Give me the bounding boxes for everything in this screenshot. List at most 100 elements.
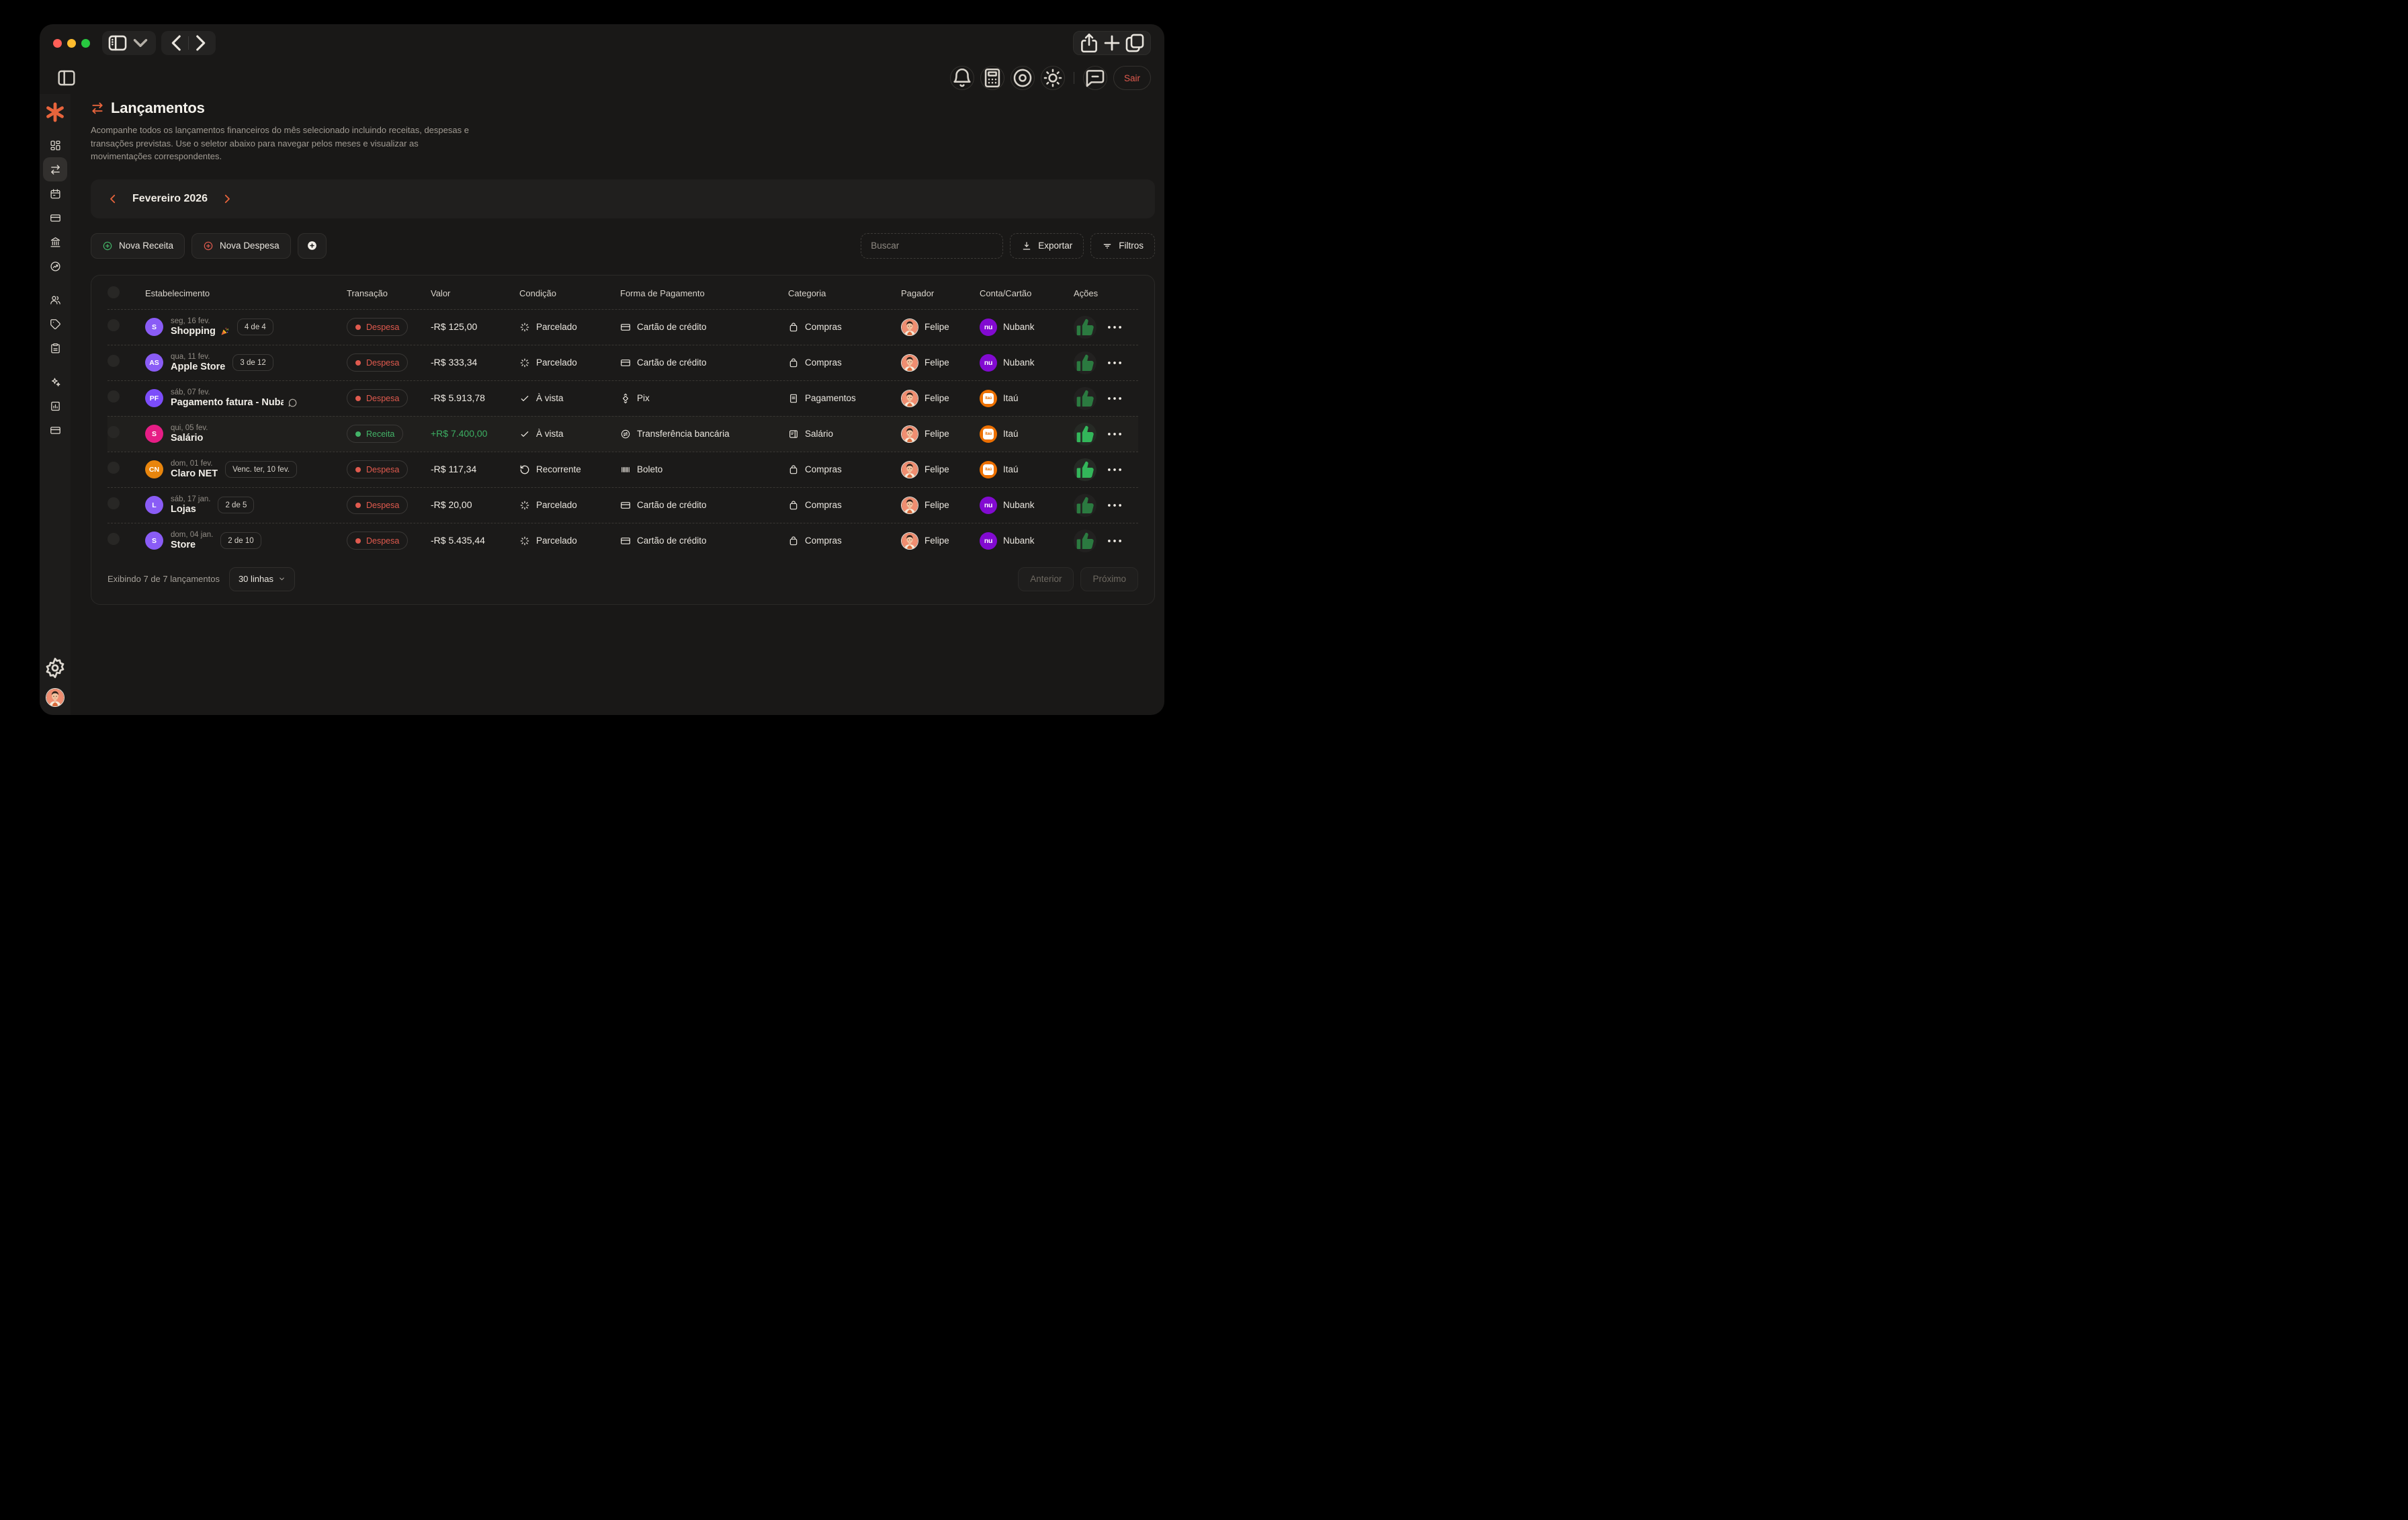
forward-button[interactable] [189,31,212,55]
row-checkbox[interactable] [108,533,120,545]
new-expense-button[interactable]: Nova Despesa [191,233,291,259]
confirm-button[interactable] [1074,493,1096,517]
more-actions-button[interactable] [1106,497,1123,514]
confirm-button[interactable] [1074,386,1096,410]
previous-month-button[interactable] [107,193,119,205]
confirm-button[interactable] [1074,422,1096,446]
toggle-sidebar-button[interactable] [106,31,129,55]
close-window-button[interactable] [53,38,62,48]
sidebar-rail [40,94,71,715]
clipboard-icon [50,343,61,354]
sidebar-item-report[interactable] [43,394,67,418]
next-month-button[interactable] [221,193,233,205]
share-button[interactable] [1078,31,1101,55]
row-checkbox[interactable] [108,319,120,331]
notifications-button[interactable] [949,66,974,90]
filters-button[interactable]: Filtros [1090,233,1155,259]
new-income-button[interactable]: Nova Receita [91,233,185,259]
sidebar-item-calendar[interactable] [43,181,67,206]
sidebar-item-sparkles[interactable] [43,370,67,394]
row-checkbox[interactable] [108,497,120,509]
next-page-button[interactable]: Próximo [1080,566,1138,591]
merchant-avatar: CN [145,460,163,478]
sidebar-item-dashboard[interactable] [43,133,67,157]
payment-method-label: Boleto [637,464,663,474]
row-checkbox[interactable] [108,426,120,438]
collapse-sidebar-button[interactable] [56,67,77,89]
confirm-button[interactable] [1074,315,1096,339]
more-actions-button[interactable] [1106,354,1123,372]
comment-icon[interactable] [288,398,298,408]
confirm-button[interactable] [1074,458,1096,481]
privacy-button[interactable] [1010,66,1035,90]
sidebar-item-clipboard[interactable] [43,336,67,360]
more-actions-button[interactable] [1106,425,1123,443]
new-expense-label: Nova Despesa [220,241,280,251]
sidebar-item-credit-card[interactable] [43,418,67,442]
sidebar-item-credit-card[interactable] [43,206,67,230]
tab-actions-group [1073,31,1151,55]
credit-card-icon [620,536,631,546]
more-actions-button[interactable] [1106,461,1123,478]
transaction-date: seg, 16 fev. [171,317,210,325]
theme-button[interactable] [1040,66,1065,90]
condition-label: Parcelado [536,322,577,332]
minimize-window-button[interactable] [67,38,76,48]
tab-overview-button[interactable] [1123,31,1146,55]
logout-button[interactable]: Sair [1113,66,1151,90]
titlebar [40,24,1164,62]
payer-name: Felipe [924,464,949,474]
rows-per-page-select[interactable]: 30 linhas [228,566,295,591]
table-row: AS qua, 11 fev. Apple Store 3 de 12 Desp… [108,344,1138,380]
sparkles-icon [50,376,61,388]
previous-page-button[interactable]: Anterior [1018,566,1074,591]
sidebar-history-chevron[interactable] [129,31,152,55]
sidebar-item-tag[interactable] [43,312,67,336]
amount: -R$ 5.913,78 [431,392,485,403]
sidebar-item-trend[interactable] [43,254,67,278]
select-all-checkbox[interactable] [108,286,120,298]
transaction-date: dom, 04 jan. [171,531,214,539]
row-checkbox[interactable] [108,355,120,367]
confirm-button[interactable] [1074,529,1096,552]
gear-icon [43,656,67,680]
col-condicao: Condição [519,288,556,298]
transactions-table: Estabelecimento Transação Valor Condição… [91,274,1155,605]
shopping-bag-icon [788,464,799,475]
table-row: S seg, 16 fev. Shopping 4 de 4 Despesa -… [108,308,1138,345]
settings-button[interactable] [43,656,67,680]
calculator-button[interactable] [980,66,1004,90]
back-button[interactable] [165,31,188,55]
page-title: Lançamentos [91,99,1155,117]
sidebar-item-transactions[interactable] [43,157,67,181]
new-tab-button[interactable] [1101,31,1123,55]
amount: +R$ 7.400,00 [431,427,488,439]
chevron-left-icon [165,32,188,54]
zoom-window-button[interactable] [81,38,90,48]
users-icon [50,294,61,306]
transaction-type-badge: Despesa [347,389,408,407]
more-actions-button[interactable] [1106,390,1123,407]
feedback-button[interactable] [1082,66,1107,90]
row-checkbox[interactable] [108,462,120,474]
type-dot-icon [355,502,361,508]
actions-toolbar: Nova Receita Nova Despesa Exportar [91,233,1155,259]
sidebar-item-bank[interactable] [43,230,67,254]
pix-icon [620,393,631,404]
user-avatar[interactable] [46,688,64,707]
payment-method-label: Cartão de crédito [637,500,707,510]
search-input[interactable] [861,233,1004,259]
page-title-text: Lançamentos [111,99,205,116]
export-button[interactable]: Exportar [1010,233,1084,259]
shopping-bag-icon [788,357,799,368]
more-actions-button[interactable] [1106,319,1123,336]
transaction-date: qui, 05 fev. [171,424,208,432]
more-actions-button[interactable] [1106,532,1123,550]
row-checkbox[interactable] [108,390,120,403]
payer-name: Felipe [924,322,949,332]
table-header: Estabelecimento Transação Valor Condição… [108,278,1138,309]
sidebar-item-users[interactable] [43,288,67,312]
account-name: Nubank [1003,500,1035,510]
quick-add-button[interactable] [297,233,327,259]
confirm-button[interactable] [1074,351,1096,374]
